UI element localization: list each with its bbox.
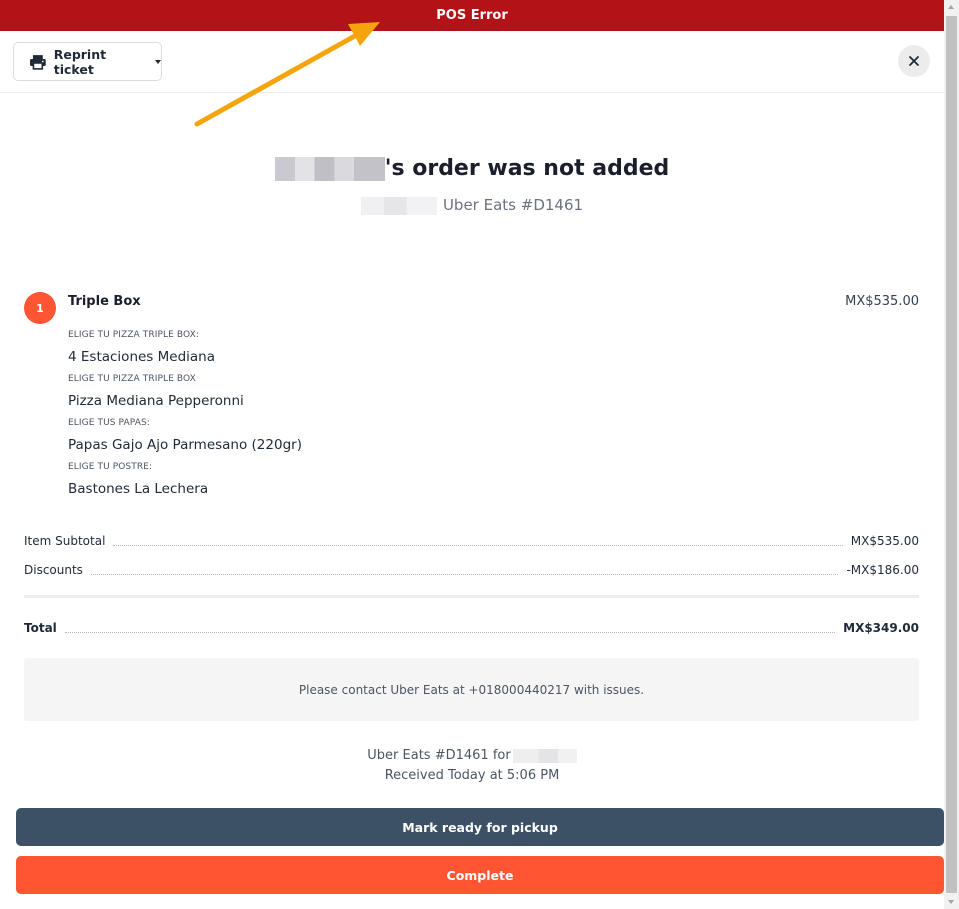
total-row: Total MX$349.00 bbox=[24, 617, 919, 635]
order-for-text: Uber Eats #D1461 for bbox=[367, 748, 511, 763]
toolbar: Reprint ticket bbox=[0, 31, 944, 93]
order-for-line: Uber Eats #D1461 for bbox=[0, 746, 944, 766]
scroll-down-icon[interactable] bbox=[948, 900, 954, 904]
headline-text: 's order was not added bbox=[384, 156, 670, 181]
order-headline: 's order was not added bbox=[0, 156, 944, 181]
chevron-down-icon bbox=[155, 59, 161, 64]
scrollbar-thumb[interactable] bbox=[946, 16, 957, 893]
discounts-row: Discounts -MX$186.00 bbox=[24, 559, 919, 577]
order-number: Uber Eats #D1461 bbox=[442, 196, 584, 214]
total-value: MX$349.00 bbox=[843, 621, 919, 635]
item-quantity-badge: 1 bbox=[24, 292, 56, 324]
reprint-ticket-button[interactable]: Reprint ticket bbox=[13, 42, 162, 81]
item-modifiers: ELIGE TU PIZZA TRIPLE BOX: 4 Estaciones … bbox=[68, 330, 668, 506]
modifier-group: ELIGE TUS PAPAS: Papas Gajo Ajo Parmesan… bbox=[68, 418, 668, 453]
scroll-up-icon[interactable] bbox=[948, 5, 954, 9]
received-time: Received Today at 5:06 PM bbox=[384, 768, 560, 783]
redacted-customer-name bbox=[274, 157, 385, 181]
order-subhead: Uber Eats #D1461 bbox=[0, 196, 944, 215]
modifier-group-label: ELIGE TU PIZZA TRIPLE BOX bbox=[68, 374, 196, 384]
dotted-leader bbox=[64, 632, 836, 633]
discounts-value: -MX$186.00 bbox=[846, 563, 919, 577]
modifier-option: 4 Estaciones Mediana bbox=[68, 349, 216, 365]
modifier-option: Papas Gajo Ajo Parmesano (220gr) bbox=[68, 437, 302, 453]
subtotal-value: MX$535.00 bbox=[850, 534, 919, 548]
redacted-store-logo bbox=[360, 196, 437, 215]
total-label: Total bbox=[24, 621, 57, 635]
subtotal-label: Item Subtotal bbox=[24, 534, 106, 548]
subtotal-row: Item Subtotal MX$535.00 bbox=[24, 530, 919, 548]
dotted-leader bbox=[90, 574, 839, 575]
order-error-panel: POS Error Reprint ticket 's order was no… bbox=[0, 0, 944, 909]
complete-button[interactable]: Complete bbox=[16, 856, 944, 894]
order-footer-info: Uber Eats #D1461 for Received Today at 5… bbox=[0, 746, 944, 786]
vertical-scrollbar[interactable] bbox=[944, 0, 959, 909]
pos-error-title: POS Error bbox=[436, 8, 508, 23]
pos-error-banner: POS Error bbox=[0, 0, 944, 31]
contact-notice: Please contact Uber Eats at +01800044021… bbox=[24, 658, 919, 721]
close-icon bbox=[909, 56, 919, 66]
item-price: MX$535.00 bbox=[845, 294, 919, 309]
modifier-group-label: ELIGE TUS PAPAS: bbox=[68, 418, 150, 428]
modifier-option: Pizza Mediana Pepperonni bbox=[68, 393, 244, 409]
modifier-option: Bastones La Lechera bbox=[68, 481, 209, 497]
modifier-group-label: ELIGE TU PIZZA TRIPLE BOX: bbox=[68, 330, 199, 340]
modifier-group-label: ELIGE TU POSTRE: bbox=[68, 462, 153, 472]
close-button[interactable] bbox=[898, 45, 930, 77]
modifier-group: ELIGE TU PIZZA TRIPLE BOX: 4 Estaciones … bbox=[68, 330, 668, 365]
printer-icon bbox=[29, 54, 46, 70]
modifier-group: ELIGE TU PIZZA TRIPLE BOX Pizza Mediana … bbox=[68, 374, 668, 409]
summary-divider bbox=[24, 595, 919, 598]
redacted-customer-name bbox=[512, 748, 577, 763]
dotted-leader bbox=[113, 545, 843, 546]
contact-message: Please contact Uber Eats at +01800044021… bbox=[298, 682, 645, 697]
discounts-label: Discounts bbox=[24, 563, 83, 577]
item-name: Triple Box bbox=[68, 294, 141, 309]
reprint-ticket-label: Reprint ticket bbox=[53, 46, 107, 77]
mark-ready-button[interactable]: Mark ready for pickup bbox=[16, 808, 944, 846]
modifier-group: ELIGE TU POSTRE: Bastones La Lechera bbox=[68, 462, 668, 497]
